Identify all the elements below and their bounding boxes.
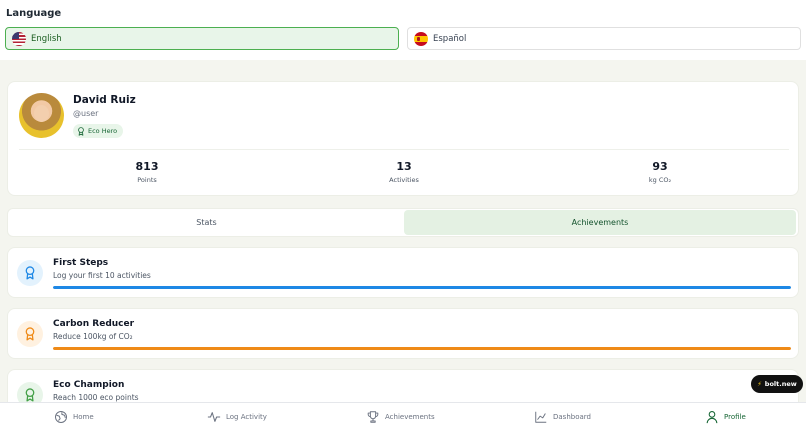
language-option-label: English: [31, 33, 62, 44]
progress-fill: [53, 347, 791, 350]
stat-label: kg CO₂: [648, 176, 672, 184]
divider: [19, 149, 789, 150]
language-section: Language English Español: [0, 0, 806, 60]
language-option-spanish[interactable]: Español: [407, 27, 801, 50]
achievement-description: Reduce 100kg of CO₂: [53, 332, 133, 341]
tab-stats[interactable]: Stats: [10, 210, 403, 235]
stat-co2: 93 kg CO₂: [600, 160, 720, 184]
spain-flag-icon: [414, 31, 428, 46]
stat-label: Activities: [389, 176, 419, 184]
award-icon: [25, 266, 35, 280]
stat-value: 813: [135, 160, 159, 173]
status-badge: Eco Hero: [73, 124, 124, 138]
stat-value: 13: [396, 160, 412, 173]
stat-value: 93: [652, 160, 668, 173]
bolt-label: bolt.new: [764, 380, 797, 388]
globe-icon: [55, 411, 67, 423]
language-option-label: Español: [433, 33, 467, 44]
achievement-progress: [53, 286, 791, 289]
award-icon: [25, 327, 35, 341]
profile-tabs: Stats Achievements: [7, 208, 799, 237]
achievement-card: First Steps Log your first 10 activities: [7, 247, 799, 298]
us-flag-icon: [12, 31, 26, 46]
nav-item-log-activity[interactable]: Log Activity: [207, 410, 267, 424]
trophy-icon: [367, 411, 379, 423]
achievement-progress: [53, 347, 791, 350]
language-option-english[interactable]: English: [5, 27, 399, 50]
nav-item-home[interactable]: Home: [54, 410, 94, 424]
nav-label: Log Activity: [226, 413, 267, 421]
achievement-title: Eco Champion: [53, 380, 125, 390]
lightning-icon: ⚡: [757, 380, 762, 388]
nav-label: Profile: [724, 413, 746, 421]
achievement-title: First Steps: [53, 258, 109, 268]
progress-fill: [53, 286, 791, 289]
achievement-description: Log your first 10 activities: [53, 271, 151, 280]
achievement-icon-wrap: [17, 260, 43, 286]
award-icon: [78, 126, 84, 136]
stat-points: 813 Points: [87, 160, 207, 184]
language-title: Language: [6, 8, 62, 19]
user-handle: @user: [73, 109, 99, 118]
bottom-nav: Home Log Activity Achievements Dashboard…: [0, 402, 806, 431]
nav-item-dashboard[interactable]: Dashboard: [534, 410, 591, 424]
nav-label: Home: [73, 413, 94, 421]
nav-item-achievements[interactable]: Achievements: [366, 410, 435, 424]
user-icon: [706, 411, 718, 424]
stat-label: Points: [137, 176, 157, 184]
profile-card: David Ruiz @user Eco Hero 813 Points 13 …: [7, 81, 799, 196]
badge-label: Eco Hero: [88, 127, 118, 135]
stat-activities: 13 Activities: [344, 160, 464, 184]
nav-item-profile[interactable]: Profile: [705, 410, 746, 424]
award-icon: [25, 388, 35, 402]
chart-icon: [535, 411, 547, 423]
tab-achievements[interactable]: Achievements: [404, 210, 796, 235]
activity-icon: [207, 412, 221, 422]
achievement-description: Reach 1000 eco points: [53, 393, 139, 402]
user-name: David Ruiz: [73, 94, 136, 106]
avatar: [19, 93, 64, 138]
nav-label: Dashboard: [553, 413, 591, 421]
achievement-title: Carbon Reducer: [53, 319, 135, 329]
achievement-icon-wrap: [17, 321, 43, 347]
nav-label: Achievements: [385, 413, 435, 421]
achievement-card: Carbon Reducer Reduce 100kg of CO₂: [7, 308, 799, 359]
bolt-badge[interactable]: ⚡ bolt.new: [751, 375, 803, 393]
